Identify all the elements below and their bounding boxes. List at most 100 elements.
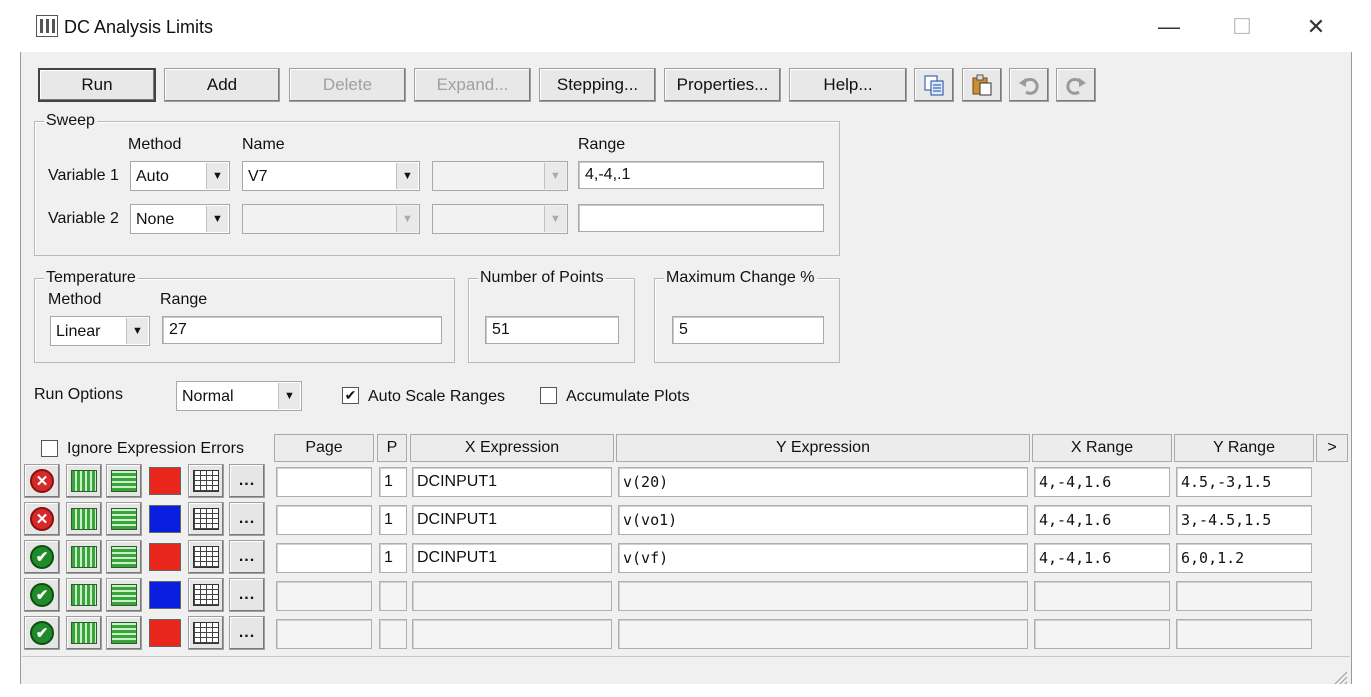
properties-button[interactable]: Properties...	[664, 68, 781, 102]
plot-y-expression-cell[interactable]: v(20)	[618, 467, 1028, 497]
plot-y-expression-cell[interactable]	[618, 581, 1028, 611]
plot-y-range-cell[interactable]	[1176, 619, 1312, 649]
plot-style-button[interactable]	[66, 540, 102, 574]
plot-p-cell[interactable]	[379, 619, 407, 649]
plot-status-button[interactable]: ✔	[24, 616, 60, 650]
plot-style-button[interactable]	[66, 502, 102, 536]
plot-x-range-cell[interactable]: 4,-4,1.6	[1034, 543, 1170, 573]
plot-status-button[interactable]: ✔	[24, 540, 60, 574]
plot-table-button[interactable]	[188, 464, 224, 498]
plot-status-button[interactable]: ✕	[24, 464, 60, 498]
plot-x-range-cell[interactable]: 4,-4,1.6	[1034, 467, 1170, 497]
plot-x-expression-cell[interactable]: DCINPUT1	[412, 543, 612, 573]
column-header-x-expression[interactable]: X Expression	[410, 434, 614, 462]
scroll-columns-button[interactable]: >	[1316, 434, 1348, 462]
variable-2-method-select[interactable]: None ▼	[130, 204, 230, 234]
variable-1-extra-select[interactable]: ▼	[432, 161, 568, 191]
plot-table-button[interactable]	[188, 616, 224, 650]
plot-more-button[interactable]: ...	[229, 616, 265, 650]
column-header-x-range[interactable]: X Range	[1032, 434, 1172, 462]
column-header-p[interactable]: P	[377, 434, 407, 462]
plot-y-range-cell[interactable]: 4.5,-3,1.5	[1176, 467, 1312, 497]
variable-2-name-select[interactable]: ▼	[242, 204, 420, 234]
plot-y-range-cell[interactable]: 3,-4.5,1.5	[1176, 505, 1312, 535]
plot-p-cell[interactable]: 1	[379, 505, 407, 535]
horizontal-bars-icon	[111, 470, 137, 492]
accumulate-plots-checkbox[interactable]	[540, 387, 557, 404]
run-options-select[interactable]: Normal ▼	[176, 381, 302, 411]
plot-x-expression-cell[interactable]: DCINPUT1	[412, 505, 612, 535]
temperature-method-select[interactable]: Linear ▼	[50, 316, 150, 346]
plot-more-button[interactable]: ...	[229, 502, 265, 536]
plot-x-range-cell[interactable]	[1034, 619, 1170, 649]
plot-color-swatch[interactable]	[149, 619, 181, 647]
expand-button[interactable]: Expand...	[414, 68, 531, 102]
paste-button[interactable]	[962, 68, 1002, 102]
plot-x-expression-cell[interactable]: DCINPUT1	[412, 467, 612, 497]
maximize-button[interactable]: ☐	[1222, 12, 1262, 42]
variable-2-extra-select[interactable]: ▼	[432, 204, 568, 234]
column-header-page[interactable]: Page	[274, 434, 374, 462]
variable-1-method-select[interactable]: Auto ▼	[130, 161, 230, 191]
column-header-y-range[interactable]: Y Range	[1174, 434, 1314, 462]
plot-x-range-cell[interactable]: 4,-4,1.6	[1034, 505, 1170, 535]
plot-color-swatch[interactable]	[149, 581, 181, 609]
plot-x-expression-cell[interactable]	[412, 581, 612, 611]
plot-color-swatch[interactable]	[149, 505, 181, 533]
add-button[interactable]: Add	[164, 68, 280, 102]
delete-button[interactable]: Delete	[289, 68, 406, 102]
auto-scale-ranges-checkbox[interactable]: ✔	[342, 387, 359, 404]
plot-table-button[interactable]	[188, 502, 224, 536]
stepping-button[interactable]: Stepping...	[539, 68, 656, 102]
plot-y-expression-cell[interactable]: v(vf)	[618, 543, 1028, 573]
plot-p-cell[interactable]: 1	[379, 467, 407, 497]
redo-button[interactable]	[1056, 68, 1096, 102]
plot-status-button[interactable]: ✕	[24, 502, 60, 536]
undo-button[interactable]	[1009, 68, 1049, 102]
plot-p-cell[interactable]	[379, 581, 407, 611]
plot-style-button[interactable]	[66, 578, 102, 612]
temperature-range-input[interactable]: 27	[162, 316, 442, 344]
plot-color-swatch[interactable]	[149, 467, 181, 495]
run-button[interactable]: Run	[38, 68, 156, 102]
plot-page-cell[interactable]	[276, 467, 372, 497]
column-header-y-expression[interactable]: Y Expression	[616, 434, 1030, 462]
minimize-button[interactable]: —	[1149, 12, 1189, 42]
plot-table-button[interactable]	[188, 578, 224, 612]
plot-color-swatch[interactable]	[149, 543, 181, 571]
plot-x-range-cell[interactable]	[1034, 581, 1170, 611]
plot-table-button[interactable]	[188, 540, 224, 574]
plot-x-expression-cell[interactable]	[412, 619, 612, 649]
plot-p-cell[interactable]: 1	[379, 543, 407, 573]
plot-y-range-cell[interactable]	[1176, 581, 1312, 611]
close-button[interactable]: ✕	[1296, 12, 1336, 42]
plot-line-button[interactable]	[106, 616, 142, 650]
plot-style-button[interactable]	[66, 616, 102, 650]
copy-button[interactable]	[914, 68, 954, 102]
plot-y-expression-cell[interactable]: v(vo1)	[618, 505, 1028, 535]
number-of-points-label: Number of Points	[478, 269, 606, 287]
plot-more-button[interactable]: ...	[229, 578, 265, 612]
plot-line-button[interactable]	[106, 464, 142, 498]
plot-y-range-cell[interactable]: 6,0,1.2	[1176, 543, 1312, 573]
maximum-change-input[interactable]: 5	[672, 316, 824, 344]
run-options-label: Run Options	[34, 386, 123, 403]
plot-page-cell[interactable]	[276, 619, 372, 649]
help-button[interactable]: Help...	[789, 68, 907, 102]
plot-more-button[interactable]: ...	[229, 540, 265, 574]
plot-page-cell[interactable]	[276, 543, 372, 573]
variable-1-name-select[interactable]: V7 ▼	[242, 161, 420, 191]
plot-page-cell[interactable]	[276, 581, 372, 611]
variable-2-range-input[interactable]	[578, 204, 824, 232]
number-of-points-input[interactable]: 51	[485, 316, 619, 344]
plot-status-button[interactable]: ✔	[24, 578, 60, 612]
plot-line-button[interactable]	[106, 502, 142, 536]
plot-y-expression-cell[interactable]	[618, 619, 1028, 649]
ignore-expression-errors-checkbox[interactable]	[41, 440, 58, 457]
plot-line-button[interactable]	[106, 540, 142, 574]
plot-page-cell[interactable]	[276, 505, 372, 535]
plot-more-button[interactable]: ...	[229, 464, 265, 498]
plot-line-button[interactable]	[106, 578, 142, 612]
variable-1-range-input[interactable]: 4,-4,.1	[578, 161, 824, 189]
plot-style-button[interactable]	[66, 464, 102, 498]
